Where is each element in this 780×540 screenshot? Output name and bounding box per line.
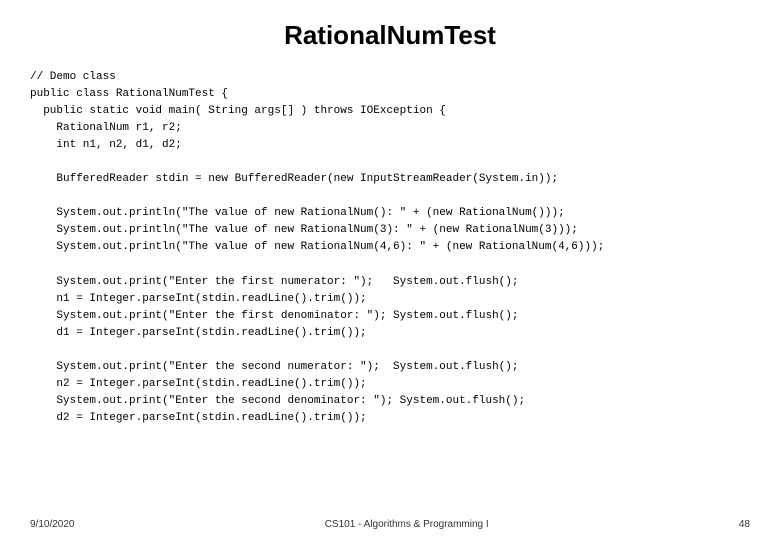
footer: 9/10/2020 CS101 - Algorithms & Programmi… xyxy=(30,519,750,530)
footer-page: 48 xyxy=(739,519,750,530)
footer-course: CS101 - Algorithms & Programming I xyxy=(325,519,489,530)
code-block: // Demo class public class RationalNumTe… xyxy=(30,69,750,427)
footer-date: 9/10/2020 xyxy=(30,519,75,530)
page-title: RationalNumTest xyxy=(30,20,750,51)
page: RationalNumTest // Demo class public cla… xyxy=(0,0,780,540)
